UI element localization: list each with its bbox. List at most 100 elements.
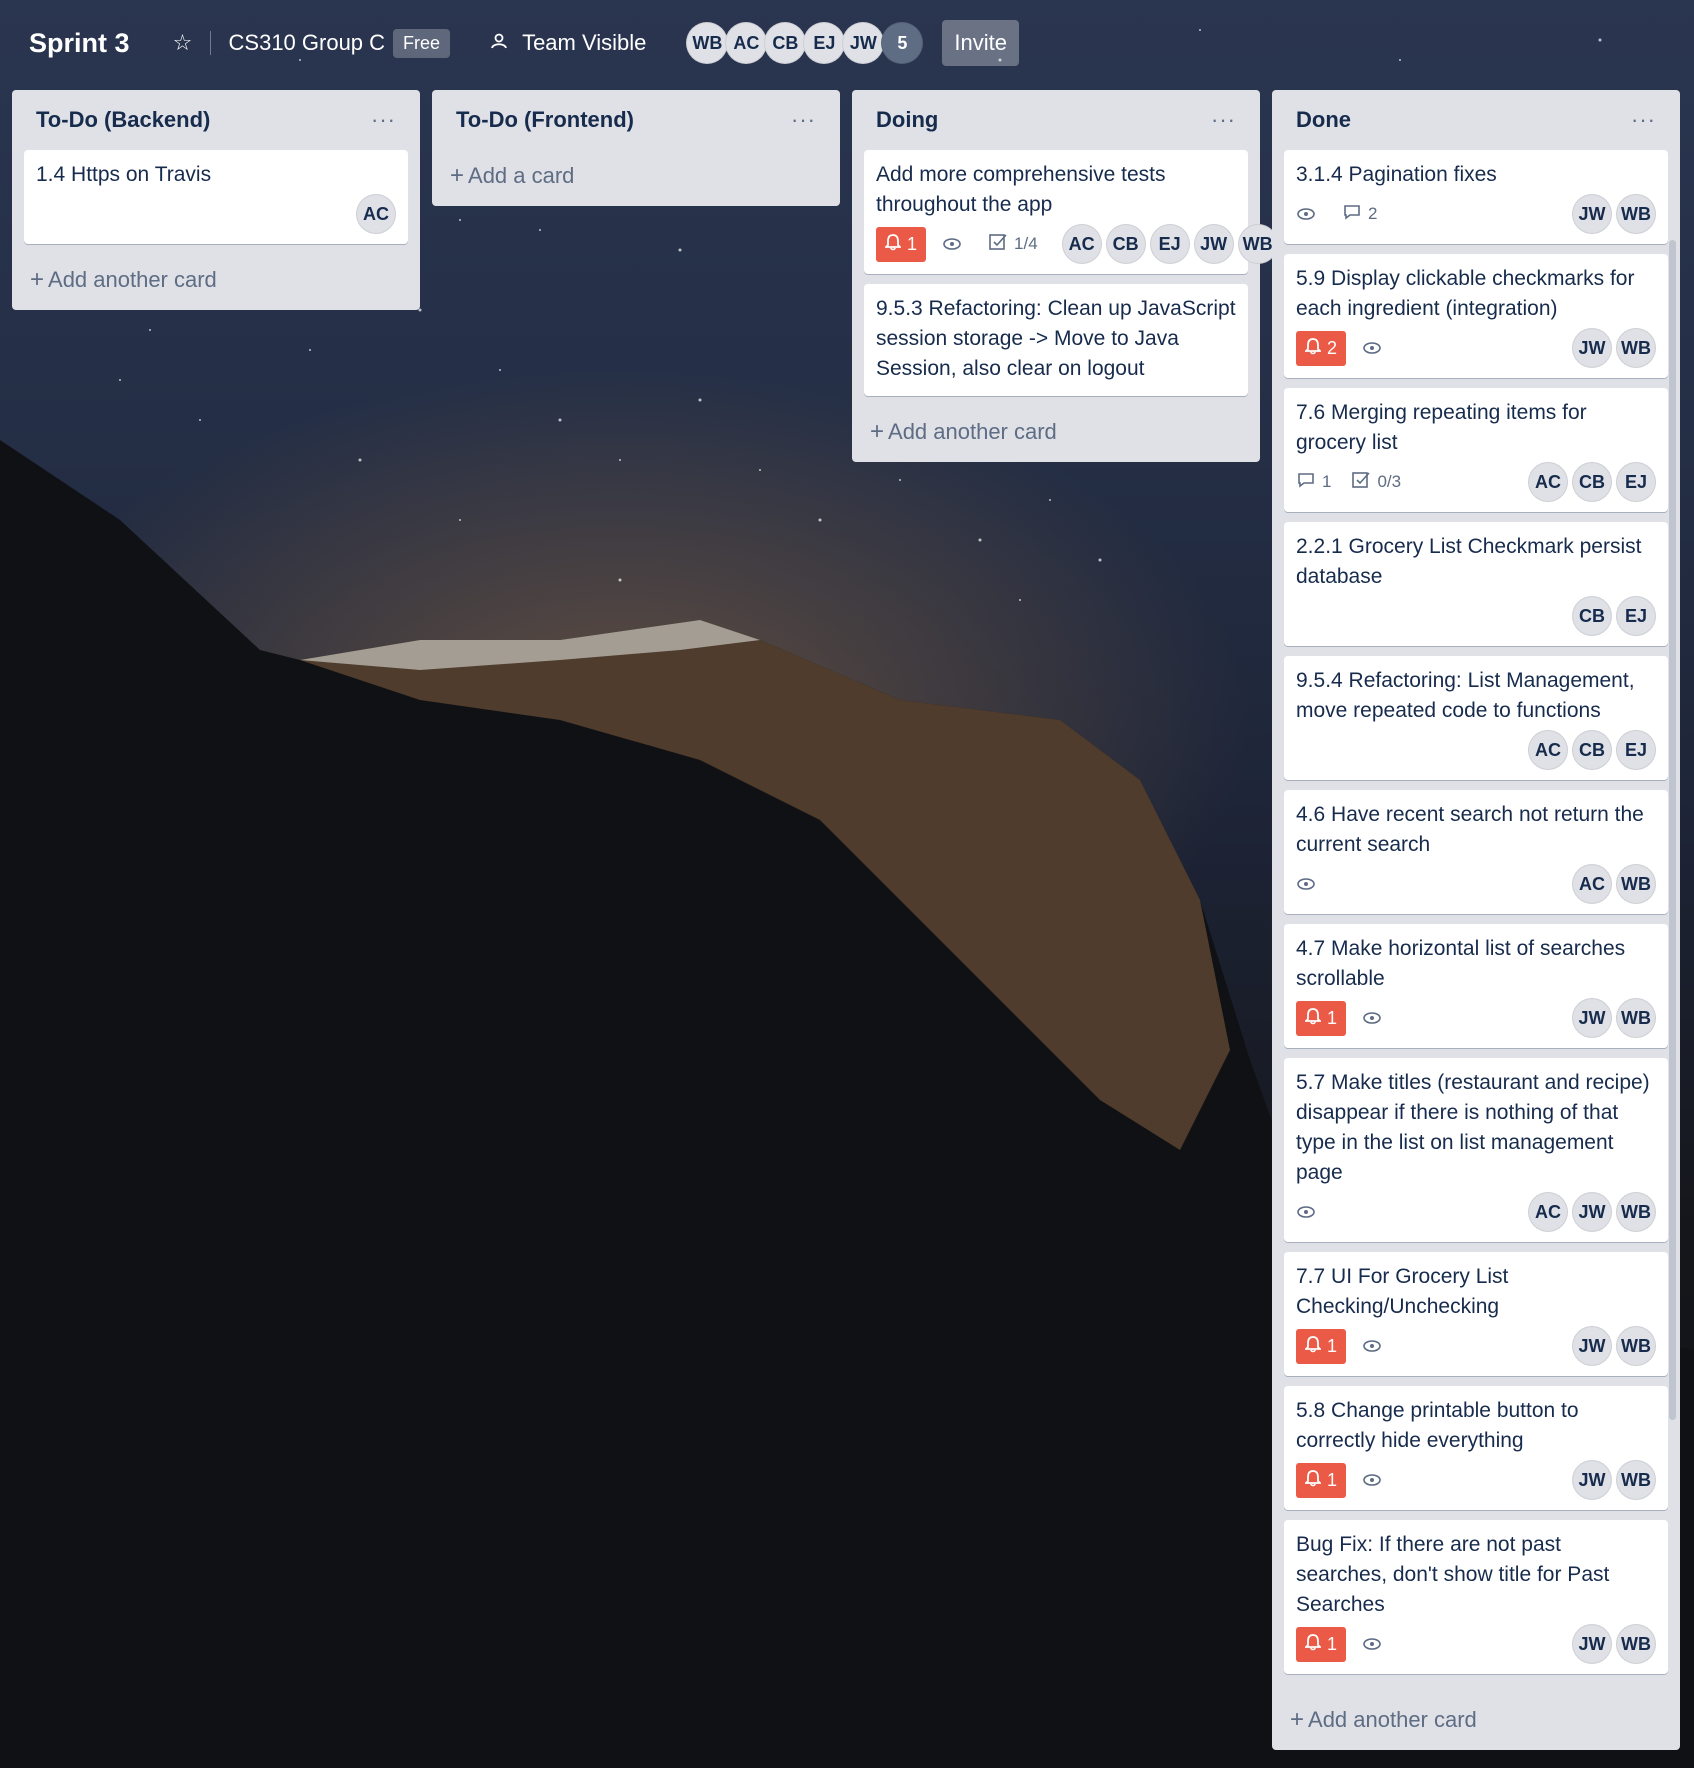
avatar[interactable]: EJ <box>1616 596 1656 636</box>
card-title: 7.6 Merging repeating items for grocery … <box>1296 401 1587 454</box>
list-menu-button[interactable]: ··· <box>1631 107 1656 133</box>
list-menu-button[interactable]: ··· <box>1211 107 1236 133</box>
card-title: 3.1.4 Pagination fixes <box>1296 163 1497 186</box>
avatar[interactable]: EJ <box>1616 462 1656 502</box>
card-title: Add more comprehensive tests throughout … <box>876 163 1166 216</box>
add-card-button[interactable]: + Add a card <box>444 150 828 206</box>
plus-icon: + <box>450 162 465 189</box>
card[interactable]: 3.1.4 Pagination fixes 2 JW WB <box>1284 150 1668 244</box>
avatar[interactable]: JW <box>1572 1624 1612 1664</box>
card[interactable]: 7.7 UI For Grocery List Checking/Uncheck… <box>1284 1252 1668 1376</box>
bell-icon <box>1303 337 1323 360</box>
card[interactable]: 5.7 Make titles (restaurant and recipe) … <box>1284 1058 1668 1242</box>
card-badges: 1 1/4 <box>876 226 1058 262</box>
comment-count: 1 <box>1322 472 1332 491</box>
avatar[interactable]: AC <box>356 194 396 234</box>
avatar[interactable]: AC <box>725 22 768 64</box>
avatar[interactable]: JW <box>1572 1192 1612 1232</box>
card[interactable]: 9.5.4 Refactoring: List Management, move… <box>1284 656 1668 780</box>
due-badge: 1 <box>1296 1328 1347 1364</box>
card-members: JW WB <box>1568 998 1656 1038</box>
bell-icon <box>1303 1335 1323 1358</box>
card[interactable]: Add more comprehensive tests throughout … <box>864 150 1278 274</box>
eye-icon <box>1362 1473 1388 1487</box>
avatar[interactable]: WB <box>1616 998 1656 1038</box>
list-scrollbar[interactable] <box>1669 240 1676 1420</box>
avatar[interactable]: CB <box>1572 462 1612 502</box>
visibility-label: Team Visible <box>522 30 647 55</box>
avatar[interactable]: CB <box>1105 224 1146 264</box>
more-members-button[interactable]: 5 <box>881 22 924 64</box>
avatar[interactable]: CB <box>1572 730 1612 770</box>
card[interactable]: 9.5.3 Refactoring: Clean up JavaScript s… <box>864 284 1248 396</box>
avatar[interactable]: WB <box>1616 1326 1656 1366</box>
avatar[interactable]: WB <box>1616 328 1656 368</box>
visibility-button[interactable]: Team Visible <box>490 30 646 56</box>
due-badge: 1 <box>876 226 927 262</box>
avatar[interactable]: JW <box>1572 1460 1612 1500</box>
avatar[interactable]: AC <box>1528 1192 1568 1232</box>
card[interactable]: 2.2.1 Grocery List Checkmark persist dat… <box>1284 522 1668 646</box>
card-members: AC WB <box>1568 864 1656 904</box>
card-members: JW WB <box>1568 1326 1656 1366</box>
card[interactable]: 5.9 Display clickable checkmarks for eac… <box>1284 254 1668 378</box>
add-card-button[interactable]: + Add another card <box>864 406 1248 462</box>
add-card-label: Add another card <box>1308 1707 1477 1732</box>
avatar[interactable]: JW <box>1572 1326 1612 1366</box>
card[interactable]: 7.6 Merging repeating items for grocery … <box>1284 388 1668 512</box>
avatar[interactable]: EJ <box>1616 730 1656 770</box>
star-icon[interactable]: ☆ <box>168 30 198 56</box>
avatar[interactable]: WB <box>686 22 729 64</box>
avatar[interactable]: JW <box>1572 328 1612 368</box>
avatar[interactable]: EJ <box>1149 224 1190 264</box>
card[interactable]: 1.4 Https on Travis AC <box>24 150 408 244</box>
list-title[interactable]: To-Do (Backend) <box>36 107 210 133</box>
board-title[interactable]: Sprint 3 <box>29 28 130 59</box>
card-footer: 1 JW WB <box>1296 1322 1656 1370</box>
list-menu-button[interactable]: ··· <box>371 107 396 133</box>
avatar[interactable]: WB <box>1616 1460 1656 1500</box>
invite-button[interactable]: Invite <box>942 20 1019 66</box>
avatar[interactable]: JW <box>842 22 885 64</box>
add-card-button[interactable]: + Add another card <box>24 254 408 310</box>
avatar[interactable]: AC <box>1572 864 1612 904</box>
avatar[interactable]: JW <box>1572 194 1612 234</box>
avatar[interactable]: JW <box>1193 224 1234 264</box>
avatar[interactable]: CB <box>1572 596 1612 636</box>
list-title[interactable]: To-Do (Frontend) <box>456 107 634 133</box>
list-title[interactable]: Doing <box>876 107 938 133</box>
avatar[interactable]: WB <box>1616 1624 1656 1664</box>
card-members: AC CB EJ <box>1524 462 1656 502</box>
team-name[interactable]: CS310 Group C <box>229 30 386 56</box>
avatar[interactable]: AC <box>1528 730 1568 770</box>
card-title: 5.9 Display clickable checkmarks for eac… <box>1296 267 1635 320</box>
card[interactable]: 4.6 Have recent search not return the cu… <box>1284 790 1668 914</box>
avatar[interactable]: AC <box>1061 224 1102 264</box>
avatar[interactable]: WB <box>1616 864 1656 904</box>
avatar[interactable]: WB <box>1616 1192 1656 1232</box>
avatar[interactable]: CB <box>764 22 807 64</box>
avatar[interactable]: JW <box>1572 998 1612 1038</box>
eye-icon <box>1362 1011 1388 1025</box>
due-count: 2 <box>1327 337 1338 358</box>
checklist-badge: 0/3 <box>1351 470 1401 495</box>
due-count: 1 <box>1327 1335 1338 1356</box>
card-members: JW WB <box>1568 194 1656 234</box>
card[interactable]: 4.7 Make horizontal list of searches scr… <box>1284 924 1668 1048</box>
team-icon <box>490 32 508 55</box>
list-title[interactable]: Done <box>1296 107 1351 133</box>
card[interactable]: Bug Fix: If there are not past searches,… <box>1284 1520 1668 1674</box>
plus-icon: + <box>30 266 45 293</box>
card[interactable]: 5.8 Change printable button to correctly… <box>1284 1386 1668 1510</box>
card-badges: 1 <box>1296 1626 1408 1662</box>
list-menu-button[interactable]: ··· <box>791 107 816 133</box>
header-divider <box>209 31 211 55</box>
eye-icon <box>1296 1205 1322 1219</box>
avatar[interactable]: AC <box>1528 462 1568 502</box>
card-footer: AC <box>36 190 396 238</box>
card-badges: 1 <box>1296 1462 1408 1498</box>
plan-badge[interactable]: Free <box>393 28 451 58</box>
avatar[interactable]: EJ <box>803 22 846 64</box>
add-card-button[interactable]: + Add another card <box>1284 1694 1483 1750</box>
avatar[interactable]: WB <box>1616 194 1656 234</box>
